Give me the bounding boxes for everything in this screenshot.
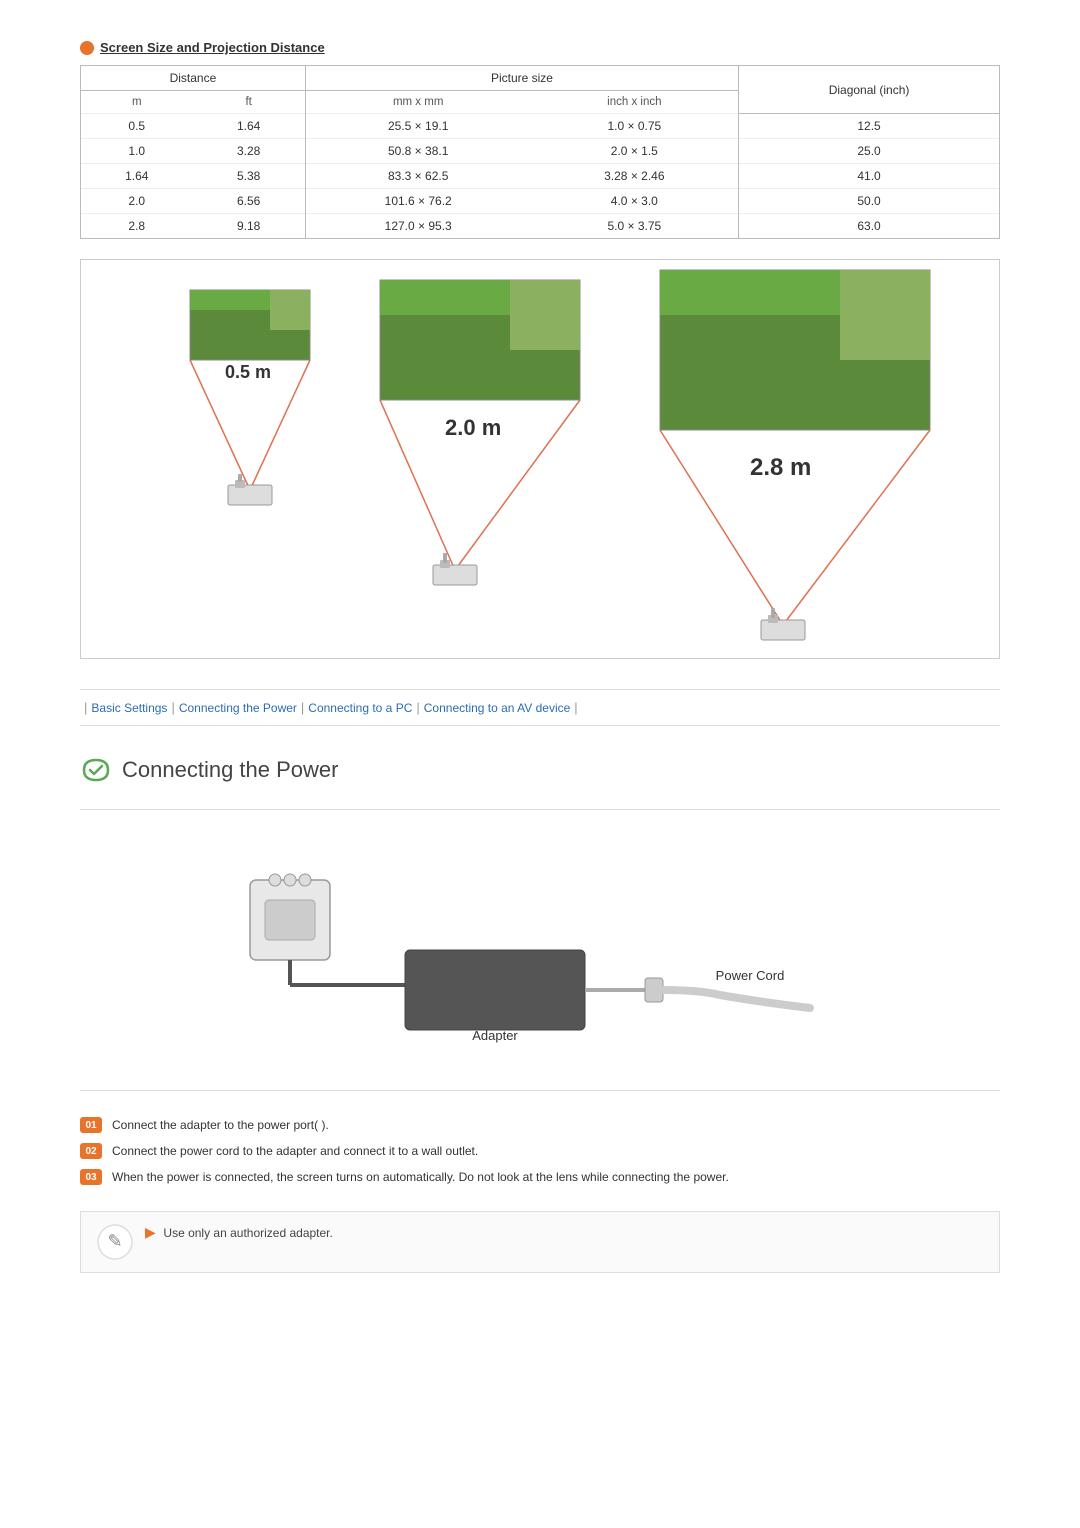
nav-sep-start: | — [84, 700, 87, 715]
table-body: 0.5 1.64 25.5 × 19.1 1.0 × 0.75 12.5 1.0… — [81, 114, 999, 239]
col-m: m — [81, 91, 193, 114]
step-item: 03 When the power is connected, the scre… — [80, 1168, 1000, 1186]
nav-sep-1: | — [171, 700, 174, 715]
col-inch-val: 2.0 × 1.5 — [531, 139, 739, 164]
screen-size-title: Screen Size and Projection Distance — [100, 40, 325, 55]
distance-table-container: Distance Picture size Diagonal (inch) m … — [80, 65, 1000, 239]
col-m-val: 1.64 — [81, 164, 193, 189]
note-arrow: ▶ — [145, 1224, 156, 1240]
step-text: Connect the adapter to the power port( )… — [112, 1116, 329, 1134]
distance-header: Distance — [81, 66, 305, 91]
diagonal-header: Diagonal (inch) — [739, 66, 999, 114]
step-text: When the power is connected, the screen … — [112, 1168, 729, 1186]
col-mm-val: 101.6 × 76.2 — [305, 189, 530, 214]
col-mm: mm x mm — [305, 91, 530, 114]
note-box: ✎ ▶ Use only an authorized adapter. — [80, 1211, 1000, 1273]
col-mm-val: 50.8 × 38.1 — [305, 139, 530, 164]
connecting-power-header: Connecting the Power — [80, 756, 1000, 784]
col-ft-val: 9.18 — [193, 214, 306, 239]
note-text: Use only an authorized adapter. — [163, 1226, 332, 1240]
svg-text:0.5 m: 0.5 m — [225, 362, 271, 382]
svg-text:✎: ✎ — [107, 1231, 122, 1251]
col-inch-val: 4.0 × 3.0 — [531, 189, 739, 214]
nav-sep-3: | — [416, 700, 419, 715]
col-diagonal-val: 25.0 — [739, 139, 999, 164]
table-row: 1.0 3.28 50.8 × 38.1 2.0 × 1.5 25.0 — [81, 139, 999, 164]
col-m-val: 2.8 — [81, 214, 193, 239]
note-icon: ✎ — [97, 1224, 133, 1260]
col-diagonal-val: 12.5 — [739, 114, 999, 139]
table-row: 2.8 9.18 127.0 × 95.3 5.0 × 3.75 63.0 — [81, 214, 999, 239]
step-text: Connect the power cord to the adapter an… — [112, 1142, 478, 1160]
col-m-val: 2.0 — [81, 189, 193, 214]
col-m-val: 0.5 — [81, 114, 193, 139]
nav-connecting-pc[interactable]: Connecting to a PC — [308, 701, 412, 715]
connecting-power-title: Connecting the Power — [122, 757, 338, 783]
step-item: 02 Connect the power cord to the adapter… — [80, 1142, 1000, 1160]
note-content: ▶ Use only an authorized adapter. — [145, 1224, 333, 1242]
col-inch-val: 5.0 × 3.75 — [531, 214, 739, 239]
col-ft-val: 3.28 — [193, 139, 306, 164]
table-row: 0.5 1.64 25.5 × 19.1 1.0 × 0.75 12.5 — [81, 114, 999, 139]
step-item: 01 Connect the adapter to the power port… — [80, 1116, 1000, 1134]
nav-connecting-power[interactable]: Connecting the Power — [179, 701, 297, 715]
col-ft-val: 6.56 — [193, 189, 306, 214]
table-header-row: Distance Picture size Diagonal (inch) — [81, 66, 999, 91]
power-diagram-container: Adapter Power Cord — [80, 809, 1000, 1091]
picture-size-header: Picture size — [305, 66, 738, 91]
step-badge: 03 — [80, 1169, 102, 1185]
col-ft-val: 1.64 — [193, 114, 306, 139]
col-inch-val: 1.0 × 0.75 — [531, 114, 739, 139]
connecting-power-icon — [80, 756, 112, 784]
power-diagram-svg: Adapter Power Cord — [190, 840, 890, 1060]
nav-bar: | Basic Settings | Connecting the Power … — [80, 689, 1000, 726]
step-badge: 01 — [80, 1117, 102, 1133]
col-diagonal-val: 63.0 — [739, 214, 999, 239]
col-inch: inch x inch — [531, 91, 739, 114]
col-diagonal-val: 41.0 — [739, 164, 999, 189]
col-diagonal-val: 50.0 — [739, 189, 999, 214]
col-ft-val: 5.38 — [193, 164, 306, 189]
screen-size-section-title: Screen Size and Projection Distance — [80, 40, 1000, 55]
nav-sep-end: | — [574, 700, 577, 715]
col-inch-val: 3.28 × 2.46 — [531, 164, 739, 189]
distance-table: Distance Picture size Diagonal (inch) m … — [81, 66, 999, 238]
col-ft: ft — [193, 91, 306, 114]
table-row: 1.64 5.38 83.3 × 62.5 3.28 × 2.46 41.0 — [81, 164, 999, 189]
col-mm-val: 83.3 × 62.5 — [305, 164, 530, 189]
table-row: 2.0 6.56 101.6 × 76.2 4.0 × 3.0 50.0 — [81, 189, 999, 214]
nav-sep-2: | — [301, 700, 304, 715]
col-mm-val: 25.5 × 19.1 — [305, 114, 530, 139]
steps-container: 01 Connect the adapter to the power port… — [80, 1116, 1000, 1186]
nav-connecting-av[interactable]: Connecting to an AV device — [424, 701, 571, 715]
nav-basic-settings[interactable]: Basic Settings — [91, 701, 167, 715]
svg-text:Power Cord: Power Cord — [716, 968, 785, 983]
svg-text:Adapter: Adapter — [472, 1028, 518, 1043]
col-mm-val: 127.0 × 95.3 — [305, 214, 530, 239]
svg-text:2.8 m: 2.8 m — [750, 454, 811, 481]
projection-svg: 0.5 m 2.0 m — [81, 260, 999, 659]
col-m-val: 1.0 — [81, 139, 193, 164]
step-badge: 02 — [80, 1143, 102, 1159]
projection-diagram: 0.5 m 2.0 m — [80, 259, 1000, 659]
svg-text:2.0 m: 2.0 m — [445, 415, 501, 440]
section-icon — [80, 41, 94, 55]
